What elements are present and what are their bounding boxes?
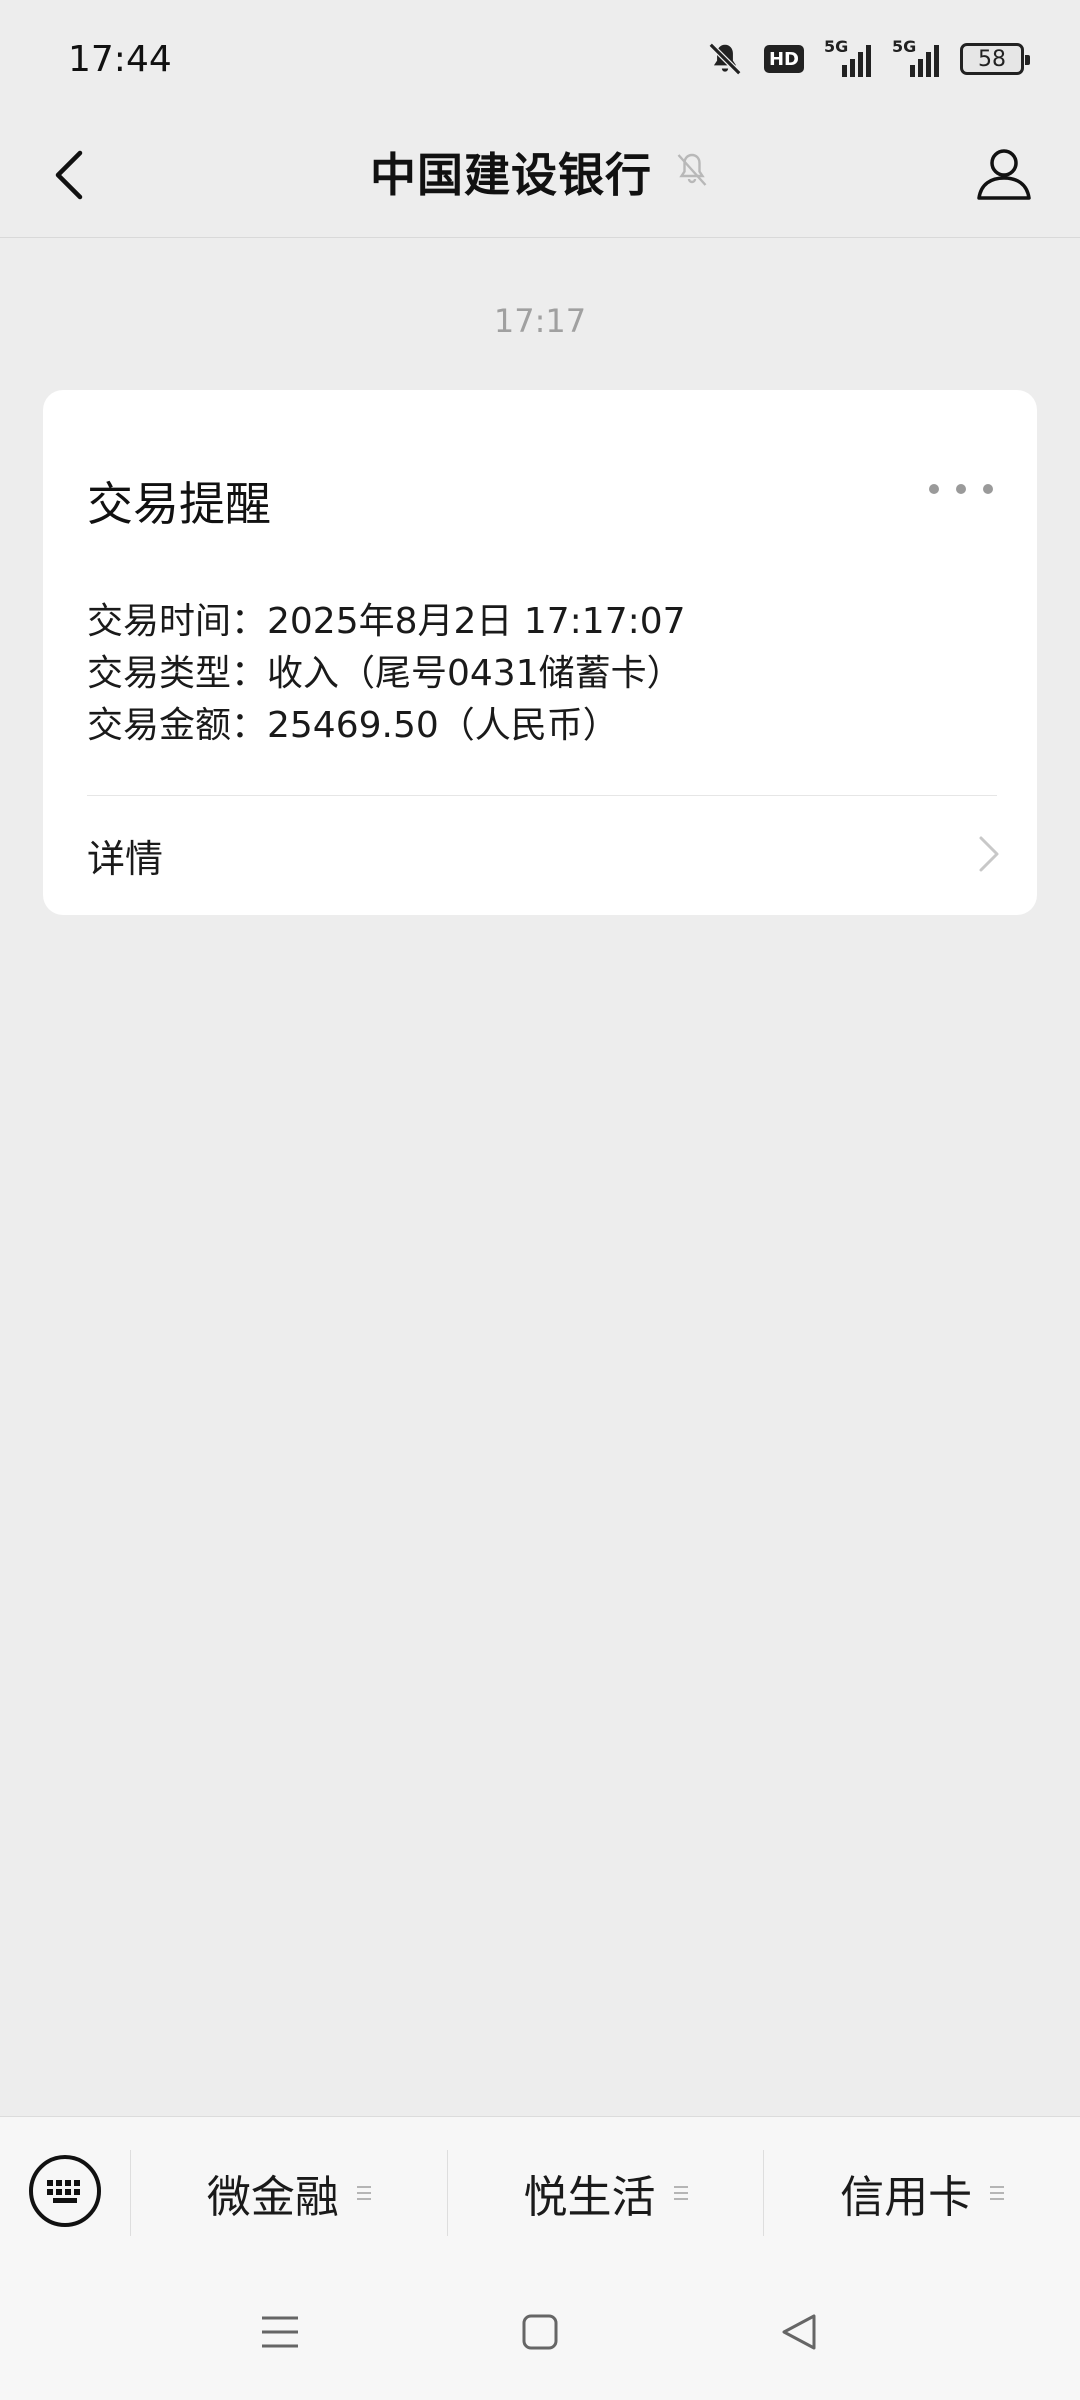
menu-bar: 微金融 悦生活 信用卡 [0,2116,1080,2268]
system-nav-bar [0,2268,1080,2400]
more-icon [929,484,939,494]
detail-link[interactable]: 详情 [43,796,1037,915]
card-lines: 交易时间：2025年8月2日 17:17:07 交易类型：收入（尾号0431储蓄… [87,596,686,752]
battery-icon: 58 [960,43,1030,75]
signal-5g-icon: 5G [824,37,872,77]
more-icon [956,484,966,494]
status-icons: HD 5G 5G 58 [706,37,1030,78]
status-time: 17:44 [68,38,172,80]
transaction-amount: 交易金额：25469.50（人民币） [87,705,619,746]
transaction-type: 交易类型：收入（尾号0431储蓄卡） [87,653,683,694]
back-icon [780,2312,820,2356]
menu-item-micro-finance[interactable]: 微金融 [131,2117,447,2269]
menu-item-life[interactable]: 悦生活 [448,2117,764,2269]
menu-item-credit-card[interactable]: 信用卡 [764,2117,1080,2269]
hd-label: HD [768,48,799,70]
notification-off-icon [674,150,710,194]
nav-menu-button[interactable] [235,2289,325,2379]
status-bar: 17:44 HD 5G 5G 58 [0,0,1080,118]
transaction-time: 交易时间：2025年8月2日 17:17:07 [87,601,686,642]
title-wrap: 中国建设银行 [0,118,1080,226]
nav-home-button[interactable] [495,2289,585,2379]
more-icon [983,484,993,494]
submenu-icon [673,2185,688,2200]
battery-level: 58 [978,46,1006,72]
page-title: 中国建设银行 [370,148,652,202]
keyboard-toggle-button[interactable] [0,2117,130,2269]
menu-item-label: 信用卡 [840,2171,973,2223]
card-title: 交易提醒 [87,477,271,531]
submenu-icon [990,2185,1005,2200]
home-icon [521,2313,559,2355]
more-button[interactable] [929,474,993,504]
profile-button[interactable] [968,140,1040,212]
keyboard-icon [27,2153,103,2233]
menu-icon [260,2314,300,2354]
bell-mute-icon [706,40,744,78]
menu-item-label: 悦生活 [523,2171,656,2223]
nav-back-button[interactable] [755,2289,845,2379]
signal-5g-icon: 5G [892,37,940,77]
message-timestamp: 17:17 [493,302,587,340]
hd-voice-icon: HD [764,45,804,73]
chevron-right-icon [977,834,1001,878]
detail-label: 详情 [87,837,164,881]
profile-icon [975,146,1033,206]
transaction-card[interactable]: 交易提醒 交易时间：2025年8月2日 17:17:07 交易类型：收入（尾号0… [43,390,1037,915]
screen: 17:44 HD 5G 5G 58 中国建设银行 17:17 交易提醒 交易时间… [0,0,1080,2400]
title-bar: 中国建设银行 [0,118,1080,238]
menu-item-label: 微金融 [206,2171,339,2223]
submenu-icon [356,2185,371,2200]
